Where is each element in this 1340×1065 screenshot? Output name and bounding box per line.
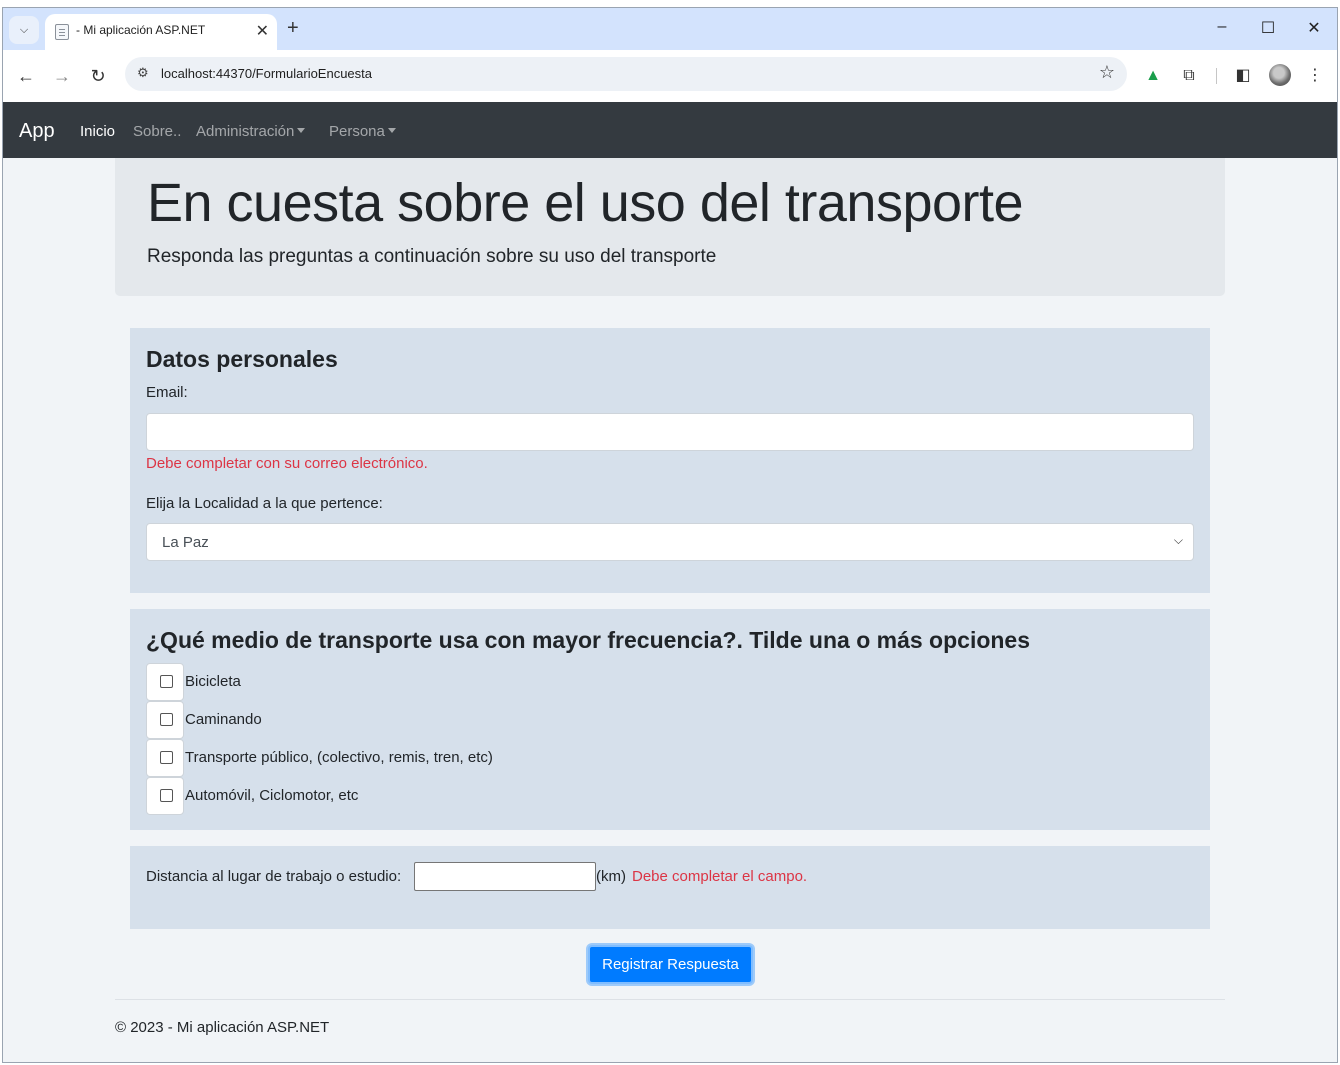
checkbox[interactable] [146,701,184,739]
chevron-down-icon: ⌵ [1173,533,1183,547]
page-favicon-icon [55,24,69,40]
nav-dropdown-administracion[interactable]: Administración [196,123,306,140]
checkbox[interactable] [146,739,184,777]
site-navbar: App Inicio Sobre.. Administración Person… [3,102,1337,158]
distance-input[interactable] [414,862,596,891]
caret-down-icon [387,128,396,133]
nav-link-sobre[interactable]: Sobre.. [133,123,181,140]
checkbox-label: Bicicleta [185,673,241,690]
page-title: En cuesta sobre el uso del transporte [147,173,1024,233]
close-icon[interactable]: ✕ [256,21,269,41]
checkbox-label: Transporte público, (colectivo, remis, t… [185,749,493,766]
maximize-icon[interactable]: ☐ [1253,18,1283,38]
browser-tab[interactable]: - Mi aplicación ASP.NET ✕ [45,14,277,50]
address-bar[interactable]: ⚙ localhost:44370/FormularioEncuesta ☆ [125,57,1127,91]
browser-toolbar: ← → ↻ ⚙ localhost:44370/FormularioEncues… [3,50,1337,102]
nav-link-inicio[interactable]: Inicio [80,123,115,140]
kebab-menu-icon[interactable]: ⋮ [1305,66,1325,86]
checkbox-label: Automóvil, Ciclomotor, etc [185,787,359,804]
minimize-icon[interactable]: – [1207,18,1237,36]
profile-avatar[interactable] [1269,64,1291,86]
caret-down-icon [297,128,306,133]
transport-heading: ¿Qué medio de transporte usa con mayor f… [146,627,1031,653]
new-tab-button[interactable]: + [287,18,299,38]
tab-title: - Mi aplicación ASP.NET [76,23,206,37]
checkbox[interactable] [146,663,184,701]
browser-window: ⌵ - Mi aplicación ASP.NET ✕ + – ☐ ✕ ← → … [2,7,1338,1063]
tab-search-button[interactable]: ⌵ [9,16,39,44]
nav-dropdown-label: Persona [329,123,385,140]
page-lead: Responda las preguntas a continuación so… [147,246,717,267]
address-url[interactable]: localhost:44370/FormularioEncuesta [161,66,372,81]
locality-select[interactable]: La Paz ⌵ [146,523,1194,561]
checkbox-label: Caminando [185,711,262,728]
distance-unit: (km) [596,868,626,885]
toolbar-divider [1216,68,1217,84]
extensions-puzzle-icon[interactable]: ⧉ [1179,66,1199,86]
nav-dropdown-label: Administración [196,123,295,140]
footer-divider [115,999,1225,1000]
back-arrow-icon[interactable]: ← [13,63,39,89]
personal-data-card: Datos personales Email: Debe completar c… [130,328,1210,593]
distance-card: Distancia al lugar de trabajo o estudio:… [130,846,1210,929]
distance-label: Distancia al lugar de trabajo o estudio: [146,868,402,885]
window-close-icon[interactable]: ✕ [1299,18,1329,38]
locality-label: Elija la Localidad a la que pertence: [146,495,383,512]
reload-icon[interactable]: ↻ [85,63,111,89]
checkbox[interactable] [146,777,184,815]
footer-copyright: © 2023 - Mi aplicación ASP.NET [115,1019,330,1036]
forward-arrow-icon[interactable]: → [49,63,75,89]
email-error: Debe completar con su correo electrónico… [146,455,428,472]
site-info-icon[interactable]: ⚙ [137,65,149,81]
chevron-down-icon: ⌵ [19,23,29,36]
bookmark-star-icon[interactable]: ☆ [1099,62,1115,83]
submit-button[interactable]: Registrar Respuesta [588,945,753,984]
page-viewport: App Inicio Sobre.. Administración Person… [3,102,1337,1062]
personal-data-heading: Datos personales [146,346,338,372]
tab-strip: ⌵ - Mi aplicación ASP.NET ✕ + – ☐ ✕ [3,8,1337,50]
nav-dropdown-persona[interactable]: Persona [329,123,396,140]
transport-card: ¿Qué medio de transporte usa con mayor f… [130,609,1210,830]
jumbotron: En cuesta sobre el uso del transporte Re… [115,158,1225,296]
google-drive-icon[interactable]: ▲ [1143,66,1163,86]
email-label: Email: [146,384,188,401]
side-panel-icon[interactable]: ◧ [1233,66,1253,86]
email-field[interactable] [146,413,1194,451]
distance-error: Debe completar el campo. [632,868,808,885]
locality-selected-value: La Paz [162,534,209,551]
navbar-brand[interactable]: App [19,120,55,143]
